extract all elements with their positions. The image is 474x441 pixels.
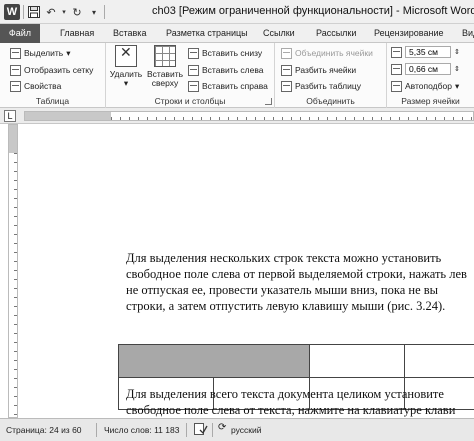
paragraph-2[interactable]: Для выделения всего текста документа цел…: [126, 386, 474, 418]
table-cell[interactable]: [404, 344, 474, 378]
tab-page-layout[interactable]: Разметка страницы: [166, 26, 248, 43]
undo-dropdown-icon[interactable]: ▾: [61, 5, 67, 19]
document-canvas[interactable]: Для выделения нескольких строк текста мо…: [20, 124, 474, 418]
group-table: Выделить ▾ Отобразить сетку Свойства Таб…: [0, 43, 106, 108]
tab-stop-selector[interactable]: L: [4, 110, 16, 122]
properties-icon: [10, 80, 21, 92]
group-label-merge: Объединить: [306, 96, 355, 106]
insert-above-icon: [154, 45, 176, 67]
ribbon-layout: Выделить ▾ Отобразить сетку Свойства Таб…: [0, 43, 474, 108]
delete-button[interactable]: Удалить ▾: [110, 45, 142, 88]
ruler-ticks: [111, 112, 473, 120]
tab-references[interactable]: Ссылки: [263, 26, 295, 43]
group-label-table: Таблица: [35, 96, 70, 106]
vertical-ruler-margin: [9, 125, 17, 153]
table-cell[interactable]: [309, 344, 405, 378]
ruler-margin: [25, 112, 111, 120]
status-divider: [186, 423, 187, 437]
paragraph-line: не отпуская ее, провести указатель мыши …: [126, 283, 439, 297]
word-count[interactable]: Число слов: 11 183: [104, 425, 179, 435]
ribbon-tabs: Файл Главная Вставка Разметка страницы С…: [0, 24, 474, 43]
row-height-spinner-icon[interactable]: ⇕: [454, 48, 460, 56]
page-count[interactable]: Страница: 24 из 60: [6, 425, 82, 435]
select-dropdown-icon: ▾: [66, 47, 71, 58]
redo-icon[interactable]: ↻: [70, 5, 84, 19]
delete-dropdown-icon: ▾: [123, 78, 129, 88]
tab-insert[interactable]: Вставка: [113, 26, 146, 43]
col-width-field[interactable]: [405, 63, 451, 75]
group-label-cell-size: Размер ячейки: [401, 96, 460, 106]
undo-icon[interactable]: ↶: [44, 5, 58, 19]
col-width-control: ⇕: [391, 62, 460, 76]
split-cells-icon: [281, 64, 292, 76]
window-title: ch03 [Режим ограниченной функциональност…: [152, 5, 474, 17]
tab-file[interactable]: Файл: [0, 24, 40, 43]
select-button[interactable]: Выделить ▾: [10, 46, 71, 60]
quick-access-toolbar: W ↶ ▾ ↻ ▾: [4, 4, 105, 20]
tab-review[interactable]: Рецензирование: [374, 26, 444, 43]
save-icon[interactable]: [27, 5, 41, 19]
split-table-button[interactable]: Разбить таблицу: [281, 79, 361, 93]
insert-right-button[interactable]: Вставить справа: [188, 79, 268, 93]
tab-mailings[interactable]: Рассылки: [316, 26, 356, 43]
properties-button[interactable]: Свойства: [10, 79, 61, 93]
status-divider: [96, 423, 97, 437]
select-icon: [10, 47, 21, 59]
split-cells-button[interactable]: Разбить ячейки: [281, 63, 356, 77]
row-height-icon: [391, 46, 402, 58]
insert-below-icon: [188, 47, 199, 59]
show-grid-button[interactable]: Отобразить сетку: [10, 63, 93, 77]
language-indicator[interactable]: русский: [231, 425, 262, 435]
group-label-rows-columns: Строки и столбцы: [154, 96, 226, 106]
qat-divider-2: [104, 5, 105, 19]
vertical-ruler-ticks: [9, 153, 17, 417]
customize-qat-icon[interactable]: ▾: [87, 5, 101, 19]
insert-below-button[interactable]: Вставить снизу: [188, 46, 262, 60]
paragraph-line: свободное поле слева от текста, нажмите …: [126, 403, 456, 417]
autofit-button[interactable]: Автоподбор ▾: [391, 79, 459, 93]
paragraph-line: строки, а затем отпустить левую клавишу …: [126, 299, 446, 313]
paragraph-line: свободное поле слева от первой выделяемо…: [126, 267, 467, 281]
qat-divider: [23, 5, 24, 19]
insert-above-button[interactable]: Вставить сверху: [146, 45, 184, 88]
proofing-icon[interactable]: [194, 423, 208, 437]
tab-home[interactable]: Главная: [60, 26, 94, 43]
ruler-bar: L: [0, 108, 474, 124]
title-bar: W ↶ ▾ ↻ ▾ ch03 [Режим ограниченной функц…: [0, 0, 474, 24]
horizontal-ruler[interactable]: [24, 111, 474, 121]
status-bar: Страница: 24 из 60 Число слов: 11 183 ⟳ …: [0, 418, 474, 441]
rows-columns-launcher-icon[interactable]: [265, 98, 272, 105]
row-height-control: ⇕: [391, 45, 460, 59]
autofit-dropdown-icon: ▾: [454, 80, 460, 91]
split-table-icon: [281, 80, 292, 92]
status-divider: [212, 423, 213, 437]
col-width-icon: [391, 63, 402, 75]
group-merge: Объединить ячейки Разбить ячейки Разбить…: [275, 43, 387, 108]
table-row: [118, 344, 474, 378]
insert-right-icon: [188, 80, 199, 92]
delete-table-icon: [115, 45, 137, 67]
merge-cells-button[interactable]: Объединить ячейки: [281, 46, 373, 60]
paragraph-line: Для выделения всего текста документа цел…: [126, 387, 444, 401]
row-height-field[interactable]: [405, 46, 451, 58]
group-rows-columns: Удалить ▾ Вставить сверху Вставить снизу…: [106, 43, 275, 108]
col-width-spinner-icon[interactable]: ⇕: [454, 65, 460, 73]
word-app-icon[interactable]: W: [4, 4, 20, 20]
autofit-icon: [391, 80, 402, 92]
vertical-ruler[interactable]: [8, 124, 18, 418]
grid-icon: [10, 64, 21, 76]
group-cell-size: ⇕ ⇕ Автоподбор ▾ Размер ячейки: [387, 43, 474, 108]
language-icon: ⟳: [218, 422, 227, 433]
tab-view[interactable]: Вид: [462, 26, 474, 43]
insert-left-icon: [188, 64, 199, 76]
paragraph-1[interactable]: Для выделения нескольких строк текста мо…: [126, 250, 474, 314]
paragraph-line: Для выделения нескольких строк текста мо…: [126, 251, 442, 265]
insert-left-button[interactable]: Вставить слева: [188, 63, 263, 77]
merge-cells-icon: [281, 47, 292, 59]
table-cell-selected[interactable]: [118, 344, 310, 378]
